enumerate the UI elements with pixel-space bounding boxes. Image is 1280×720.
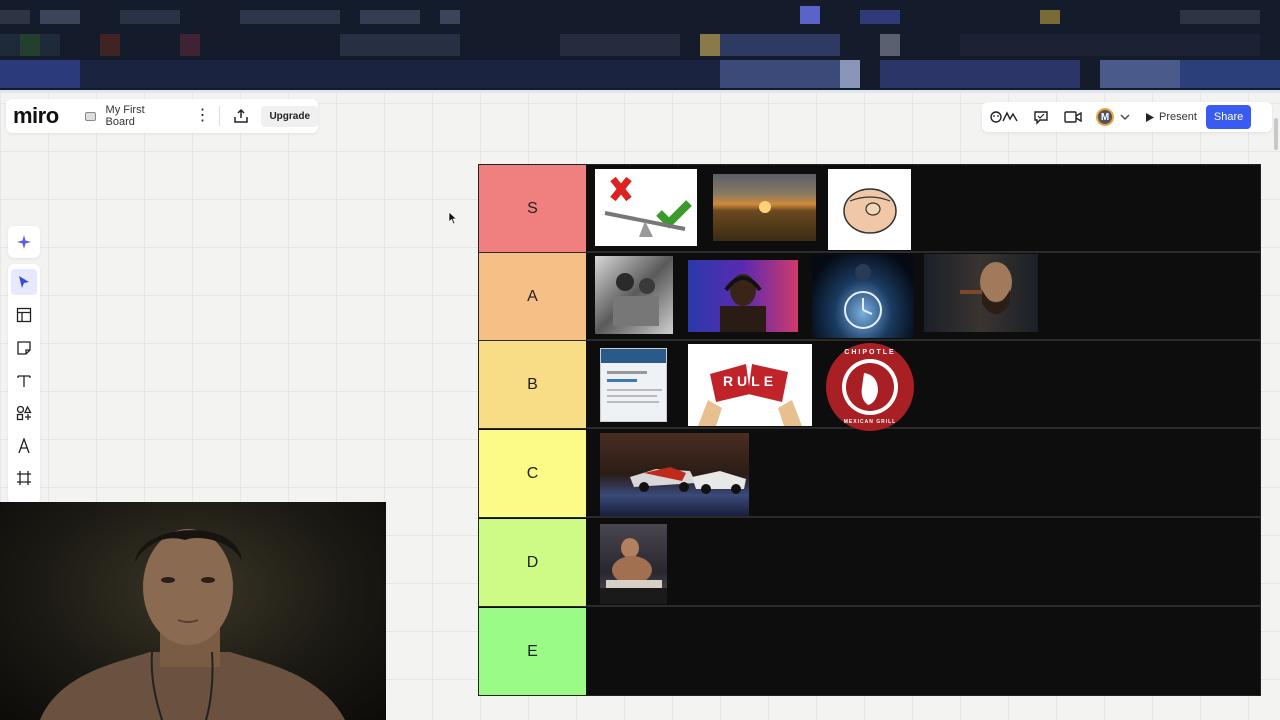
sticky-note-tool[interactable] bbox=[11, 335, 37, 361]
sticky-note-icon bbox=[17, 341, 31, 355]
phone-screenshot-image[interactable] bbox=[600, 348, 667, 422]
reactions-icon[interactable] bbox=[988, 106, 1022, 128]
creation-toolbar bbox=[8, 264, 40, 504]
sparkle-icon bbox=[17, 235, 31, 249]
cigar-man-image[interactable] bbox=[924, 254, 1038, 332]
rule-text: RULE bbox=[722, 373, 778, 389]
tier-row-a: A bbox=[479, 253, 1260, 341]
cursor-arrow-icon bbox=[19, 276, 29, 288]
tier-letter: B bbox=[527, 375, 538, 393]
templates-tool[interactable] bbox=[11, 302, 37, 328]
ai-assist-button[interactable] bbox=[8, 226, 40, 258]
select-tool[interactable] bbox=[11, 269, 37, 295]
man-eating-image[interactable] bbox=[600, 524, 667, 604]
toolbar-divider bbox=[218, 106, 220, 126]
shapes-tool[interactable] bbox=[11, 400, 37, 426]
vertical-scrollbar[interactable] bbox=[1274, 118, 1278, 150]
board-toolbar: miro My First Board ⋮ Upgrade bbox=[6, 99, 319, 133]
rule-paper-image[interactable]: RULE bbox=[688, 344, 812, 426]
collaboration-toolbar: M Present Share bbox=[982, 102, 1272, 132]
tier-list-board[interactable]: S A B RULE CHIPOTLE MEXICAN GRILL C D E bbox=[478, 164, 1261, 696]
tier-row-e: E bbox=[479, 608, 1260, 696]
tier-row-s: S bbox=[479, 165, 1260, 253]
share-button[interactable]: Share bbox=[1205, 105, 1252, 129]
text-icon bbox=[17, 375, 31, 387]
sunset-field-image[interactable] bbox=[713, 174, 816, 241]
pen-tool[interactable] bbox=[11, 433, 37, 459]
blurred-header-strip bbox=[0, 0, 1280, 92]
export-icon[interactable] bbox=[232, 107, 250, 125]
frame-tool[interactable] bbox=[11, 465, 37, 491]
video-call-icon[interactable] bbox=[1062, 106, 1084, 128]
webcam-person bbox=[40, 529, 345, 720]
chipotle-sub-text: MEXICAN GRILL bbox=[843, 419, 897, 425]
scales-balance-image[interactable] bbox=[595, 169, 697, 246]
user-avatar[interactable]: M bbox=[1096, 108, 1114, 126]
headphones-man-image[interactable] bbox=[688, 260, 798, 332]
tier-row-d: D bbox=[479, 519, 1260, 607]
pointing-hand-image[interactable] bbox=[828, 169, 911, 250]
mouse-cursor-icon bbox=[448, 211, 458, 225]
templates-icon bbox=[16, 307, 32, 323]
tier-label-d[interactable]: D bbox=[479, 519, 587, 606]
webcam-overlay bbox=[0, 502, 386, 720]
clock-night-image[interactable] bbox=[812, 254, 914, 338]
tier-label-e[interactable]: E bbox=[479, 608, 587, 695]
miro-logo[interactable]: miro bbox=[13, 103, 71, 129]
tier-row-c: C bbox=[479, 430, 1260, 518]
more-options-icon[interactable]: ⋮ bbox=[195, 108, 211, 124]
cars-garage-image[interactable] bbox=[600, 433, 749, 516]
pen-icon bbox=[18, 438, 30, 454]
chipotle-logo-image[interactable]: CHIPOTLE MEXICAN GRILL bbox=[822, 343, 918, 432]
play-icon bbox=[1146, 112, 1154, 122]
board-name[interactable]: My First Board bbox=[106, 104, 177, 128]
present-button[interactable]: Present bbox=[1146, 111, 1197, 123]
board-thumbnail-icon bbox=[84, 111, 96, 121]
tier-row-b: B RULE CHIPOTLE MEXICAN GRILL bbox=[479, 341, 1260, 432]
chevron-down-icon[interactable] bbox=[1118, 106, 1132, 128]
upgrade-button[interactable]: Upgrade bbox=[261, 105, 319, 127]
shapes-icon bbox=[16, 405, 32, 421]
present-label: Present bbox=[1159, 111, 1197, 123]
tier-letter: C bbox=[526, 464, 539, 482]
text-tool[interactable] bbox=[11, 368, 37, 394]
frame-icon bbox=[17, 471, 31, 485]
tier-label-a[interactable]: A bbox=[479, 253, 587, 340]
family-photo-image[interactable] bbox=[595, 256, 673, 334]
tier-label-b[interactable]: B bbox=[479, 341, 587, 428]
tier-letter: A bbox=[527, 287, 538, 305]
tier-letter: S bbox=[527, 199, 538, 217]
tier-letter: D bbox=[526, 553, 539, 571]
tier-label-s[interactable]: S bbox=[479, 165, 587, 252]
tier-letter: E bbox=[527, 642, 538, 660]
comment-icon[interactable] bbox=[1030, 106, 1052, 128]
tier-label-c[interactable]: C bbox=[479, 430, 587, 517]
